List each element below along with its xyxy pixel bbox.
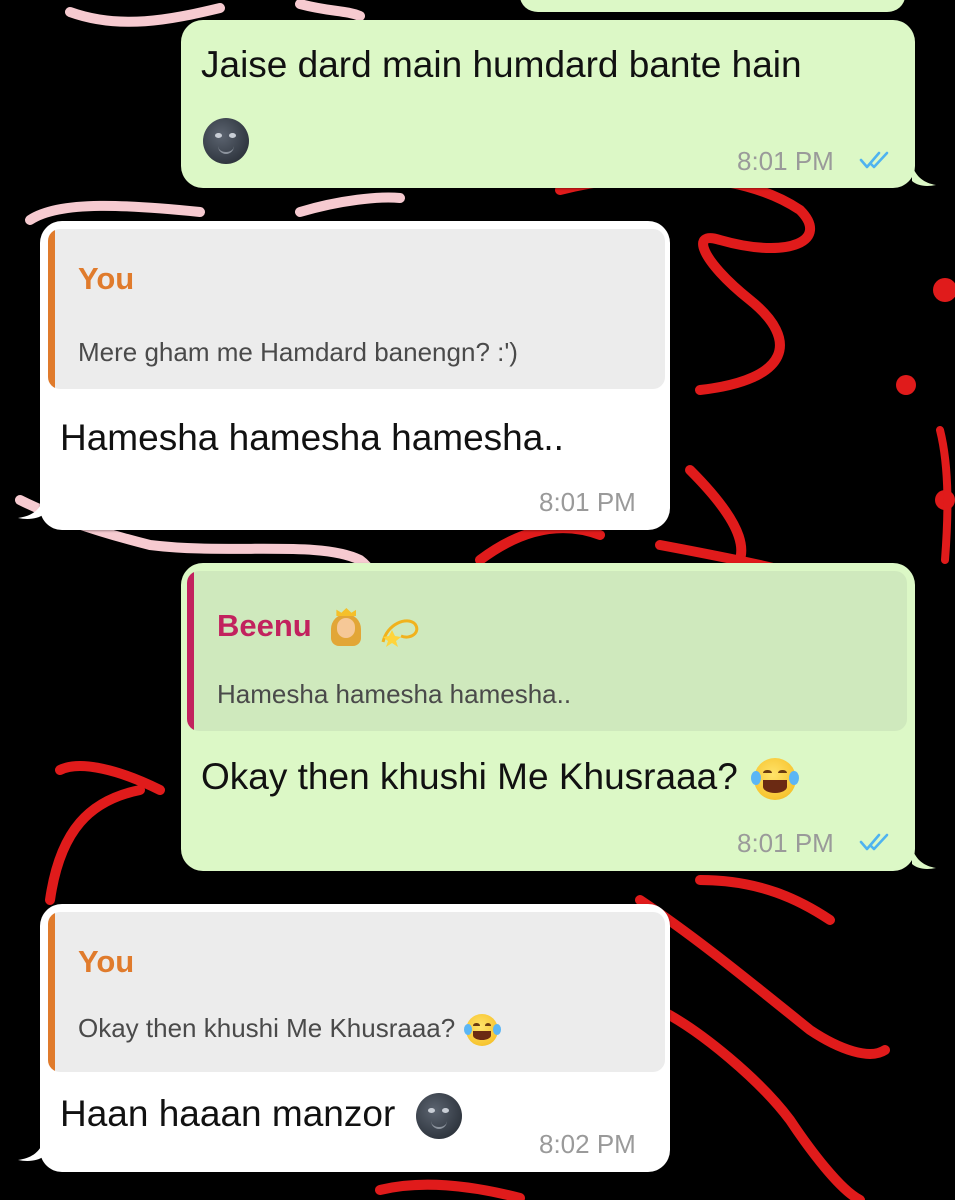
message-timestamp: 8:01 PM — [737, 828, 834, 858]
new-moon-face-emoji — [415, 1093, 462, 1140]
bubble-tail — [912, 165, 936, 186]
quoted-message[interactable]: You Okay then khushi Me Khusraaa? — [48, 912, 665, 1072]
bubble-tail — [18, 498, 44, 519]
quote-author: Beenu — [217, 606, 421, 650]
message-bubble-outgoing[interactable]: Beenu Hamesha hamesha hamesha.. Okay the… — [181, 563, 915, 871]
quote-accent-bar — [187, 571, 194, 731]
read-receipt-icon — [859, 833, 889, 851]
quote-author: You — [78, 261, 135, 296]
quote-text: Hamesha hamesha hamesha.. — [217, 679, 572, 709]
princess-emoji — [330, 608, 362, 648]
quoted-message[interactable]: You Mere gham me Hamdard banengn? :') — [48, 229, 665, 389]
face-with-tears-of-joy-emoji — [463, 1014, 501, 1047]
message-text-content: Haan haaan manzor — [60, 1093, 396, 1134]
quote-text: Okay then khushi Me Khusraaa? — [78, 1013, 501, 1047]
message-text-content: Okay then khushi Me Khusraaa? — [201, 756, 738, 797]
face-with-tears-of-joy-emoji — [750, 758, 800, 801]
quote-text: Mere gham me Hamdard banengn? :') — [78, 337, 518, 367]
quote-author-name: Beenu — [217, 608, 312, 644]
message-bubble-incoming[interactable]: You Okay then khushi Me Khusraaa? Haan h… — [40, 904, 670, 1172]
wallpaper-red-dot — [896, 375, 916, 395]
wallpaper-red-dot — [933, 278, 955, 302]
bubble-tail — [18, 1140, 44, 1161]
message-text: Jaise dard main humdard bante hain — [201, 44, 802, 85]
message-timestamp: 8:01 PM — [737, 146, 834, 176]
new-moon-face-emoji — [203, 118, 249, 164]
message-bubble-outgoing[interactable]: Jaise dard main humdard bante hain 8:01 … — [181, 20, 915, 188]
bubble-tail — [912, 848, 936, 869]
read-receipt-icon — [859, 151, 889, 169]
message-timestamp: 8:01 PM — [539, 487, 636, 517]
quote-accent-bar — [48, 229, 55, 389]
message-bubble-incoming[interactable]: You Mere gham me Hamdard banengn? :') Ha… — [40, 221, 670, 530]
message-text: Hamesha hamesha hamesha.. — [60, 417, 564, 458]
message-timestamp: 8:02 PM — [539, 1129, 636, 1159]
quote-text-content: Okay then khushi Me Khusraaa? — [78, 1013, 456, 1043]
previous-bubble-edge — [520, 0, 905, 12]
message-text: Okay then khushi Me Khusraaa? — [201, 756, 800, 801]
quote-author: You — [78, 944, 135, 979]
quoted-message[interactable]: Beenu Hamesha hamesha hamesha.. — [187, 571, 907, 731]
message-text: Haan haaan manzor — [60, 1093, 462, 1140]
dizzy-emoji — [377, 606, 421, 650]
quote-accent-bar — [48, 912, 55, 1072]
